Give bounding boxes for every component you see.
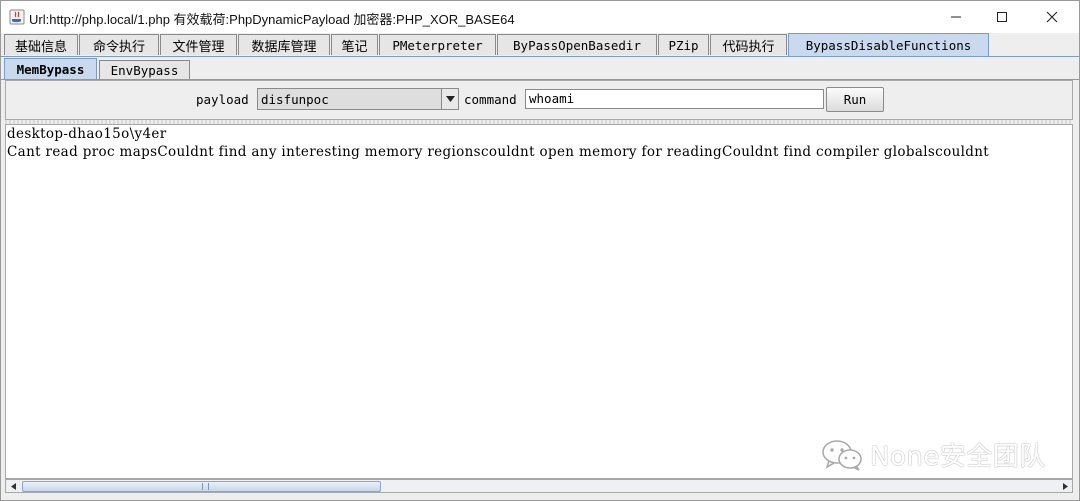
- tab-notes[interactable]: 笔记: [331, 34, 378, 55]
- maximize-button[interactable]: [979, 1, 1025, 33]
- tab-file-manager[interactable]: 文件管理: [160, 34, 237, 55]
- payload-dropdown-button[interactable]: [441, 89, 458, 109]
- watermark-text: None安全团队: [870, 442, 1046, 472]
- tab-basic-info[interactable]: 基础信息: [4, 34, 78, 55]
- payload-selected-value: disfunpoc: [261, 92, 329, 107]
- title-bar[interactable]: Url:http://php.local/1.php 有效载荷:PhpDynam…: [1, 1, 1079, 33]
- tab-pzip[interactable]: PZip: [658, 34, 709, 55]
- tab-code-exec[interactable]: 代码执行: [710, 34, 787, 55]
- arrow-right-icon: [1063, 482, 1068, 490]
- command-label: command: [464, 92, 517, 107]
- payload-select[interactable]: disfunpoc: [257, 88, 459, 110]
- output-textarea[interactable]: desktop-dhao15o\y4er Cant read proc maps…: [5, 124, 1073, 479]
- main-tab-bar: 基础信息 命令执行 文件管理 数据库管理 笔记 PMeterpreter ByP…: [1, 33, 1079, 56]
- watermark: None安全团队: [820, 436, 1046, 473]
- output-line: Cant read proc mapsCouldnt find any inte…: [7, 144, 990, 160]
- scroll-right-button[interactable]: [1059, 480, 1072, 492]
- java-app-icon: [9, 9, 25, 25]
- tab-pmeterpreter[interactable]: PMeterpreter: [379, 34, 496, 55]
- sub-tab-bar: MemBypass EnvBypass: [1, 58, 1079, 80]
- output-line: desktop-dhao15o\y4er: [7, 126, 167, 142]
- minimize-button[interactable]: [933, 1, 979, 33]
- main-tab-underline: [1, 56, 1079, 57]
- minimize-icon: [951, 16, 961, 18]
- window-title: Url:http://php.local/1.php 有效载荷:PhpDynam…: [29, 12, 515, 27]
- chevron-down-icon: [445, 96, 455, 102]
- app-window: Url:http://php.local/1.php 有效载荷:PhpDynam…: [0, 0, 1080, 501]
- arrow-left-icon: [11, 482, 16, 490]
- subtab-membypass[interactable]: MemBypass: [4, 58, 97, 80]
- tab-command-exec[interactable]: 命令执行: [79, 34, 159, 55]
- scroll-left-button[interactable]: [7, 480, 20, 492]
- tab-database-manager[interactable]: 数据库管理: [238, 34, 330, 55]
- maximize-icon: [997, 12, 1007, 22]
- scroll-thumb[interactable]: [22, 481, 381, 492]
- tab-bypass-disable-functions[interactable]: BypassDisableFunctions: [788, 33, 989, 56]
- tab-bypass-open-basedir[interactable]: ByPassOpenBasedir: [497, 34, 657, 55]
- run-button[interactable]: Run: [826, 87, 884, 112]
- wechat-icon: [822, 439, 862, 471]
- payload-label: payload: [196, 92, 249, 107]
- scroll-grip: [202, 483, 209, 490]
- subtab-envbypass[interactable]: EnvBypass: [99, 60, 190, 79]
- close-button[interactable]: [1029, 1, 1075, 33]
- close-icon: [1046, 11, 1058, 23]
- horizontal-scrollbar[interactable]: [5, 479, 1073, 493]
- command-input[interactable]: whoami: [525, 89, 824, 109]
